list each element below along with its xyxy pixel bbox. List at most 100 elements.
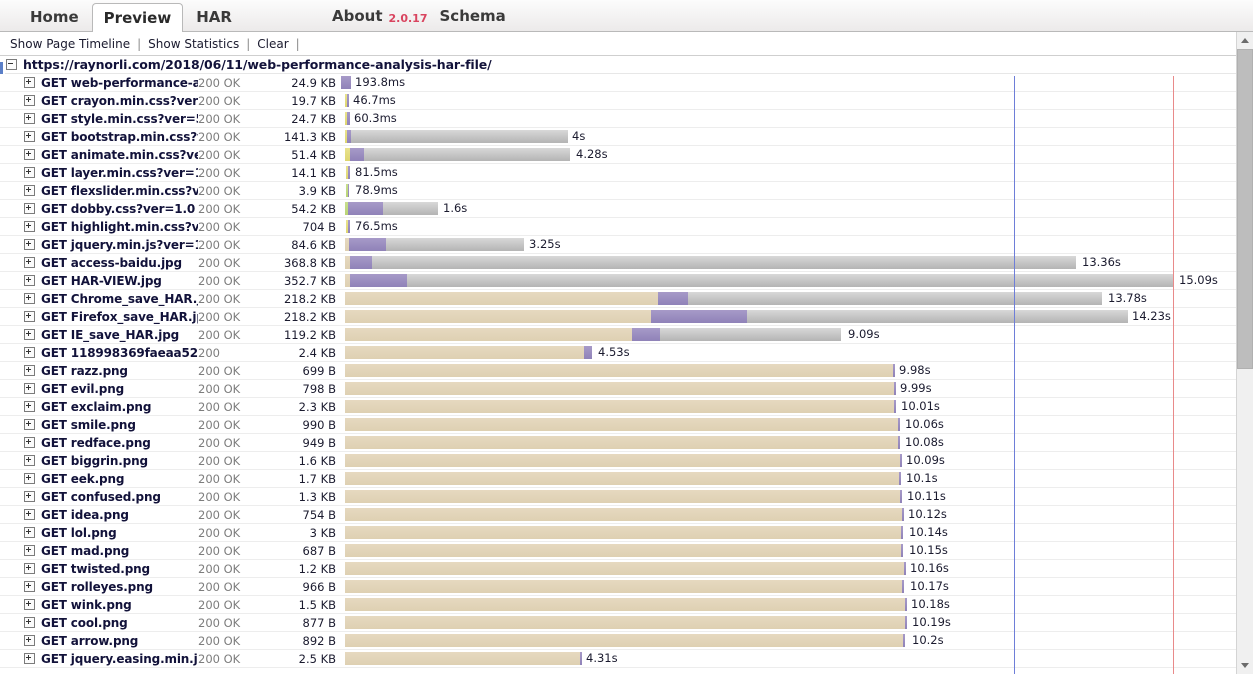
- tab-preview[interactable]: Preview: [91, 3, 184, 33]
- request-name-label: GET exclaim.png: [41, 399, 152, 414]
- expand-plus-icon[interactable]: [24, 167, 35, 178]
- clear-link[interactable]: Clear: [257, 37, 288, 51]
- expand-plus-icon[interactable]: [24, 545, 35, 556]
- table-row[interactable]: GET idea.png 200 OK 754 B 10.12s: [0, 506, 1253, 524]
- show-page-timeline-link[interactable]: Show Page Timeline: [10, 37, 130, 51]
- vertical-scrollbar[interactable]: [1236, 32, 1253, 674]
- request-status-cell: 200 OK: [198, 561, 241, 576]
- table-row[interactable]: GET rolleyes.png 200 OK 966 B 10.17s: [0, 578, 1253, 596]
- table-row[interactable]: GET animate.min.css?ver=200 OK 51.4 KB 4.2…: [0, 146, 1253, 164]
- expand-plus-icon[interactable]: [24, 473, 35, 484]
- table-row[interactable]: GET jquery.min.js?ver=1.0 200 OK 84.6 KB 3.…: [0, 236, 1253, 254]
- table-row[interactable]: GET wink.png 200 OK 1.5 KB 10.18s: [0, 596, 1253, 614]
- expand-plus-icon[interactable]: [24, 95, 35, 106]
- tab-home[interactable]: Home: [18, 2, 91, 32]
- table-row[interactable]: GET jquery.easing.min.js?v200 OK 2.5 KB 4.…: [0, 650, 1253, 668]
- request-size-cell: 19.7 KB: [291, 93, 336, 108]
- expand-plus-icon[interactable]: [24, 599, 35, 610]
- expand-plus-icon[interactable]: [24, 491, 35, 502]
- expand-plus-icon[interactable]: [24, 149, 35, 160]
- expand-plus-icon[interactable]: [24, 617, 35, 628]
- scroll-up-arrow-icon[interactable]: [1237, 32, 1253, 49]
- timing-segment-wait: [350, 273, 407, 287]
- expand-plus-icon[interactable]: [24, 275, 35, 286]
- timing-segment-receive: [372, 255, 1076, 269]
- request-name-label: GET dobby.css?ver=1.0: [41, 201, 196, 216]
- table-row[interactable]: GET cool.png 200 OK 877 B 10.19s: [0, 614, 1253, 632]
- request-name-label: GET jquery.easing.min.js?v: [41, 651, 198, 666]
- expand-plus-icon[interactable]: [24, 401, 35, 412]
- expand-plus-icon[interactable]: [24, 347, 35, 358]
- table-row[interactable]: GET evil.png 200 OK 798 B 9.99s: [0, 380, 1253, 398]
- table-row[interactable]: GET exclaim.png 200 OK 2.3 KB 10.01s: [0, 398, 1253, 416]
- request-size-cell: 54.2 KB: [291, 201, 336, 216]
- timing-segment-wait: [347, 93, 349, 107]
- expand-plus-icon[interactable]: [24, 131, 35, 142]
- expand-plus-icon[interactable]: [24, 311, 35, 322]
- table-row[interactable]: GET IE_save_HAR.jpg 200 OK 119.2 KB 9.09s: [0, 326, 1253, 344]
- table-row[interactable]: GET arrow.png 200 OK 892 B 10.2s: [0, 632, 1253, 650]
- table-row[interactable]: GET eek.png 200 OK 1.7 KB 10.1s: [0, 470, 1253, 488]
- expand-plus-icon[interactable]: [24, 293, 35, 304]
- collapse-minus-icon[interactable]: [6, 59, 17, 70]
- schema-link[interactable]: Schema: [438, 7, 510, 25]
- table-row[interactable]: GET style.min.css?ver=5.1.200 OK 24.7 KB 6…: [0, 110, 1253, 128]
- table-row[interactable]: GET confused.png 200 OK 1.3 KB 10.11s: [0, 488, 1253, 506]
- table-row[interactable]: GET 118998369faeaa52e8 200 2.4 KB 4.53s: [0, 344, 1253, 362]
- table-row[interactable]: GET web-performance-ana200 OK 24.9 KB 193.…: [0, 74, 1253, 92]
- table-row[interactable]: GET HAR-VIEW.jpg 200 OK 352.7 KB 15.09s: [0, 272, 1253, 290]
- expand-plus-icon[interactable]: [24, 365, 35, 376]
- expand-plus-icon[interactable]: [24, 257, 35, 268]
- page-url-row[interactable]: https://raynorli.com/2018/06/11/web-perf…: [0, 56, 1253, 74]
- expand-plus-icon[interactable]: [24, 581, 35, 592]
- expand-plus-icon[interactable]: [24, 509, 35, 520]
- expand-plus-icon[interactable]: [24, 653, 35, 664]
- table-row[interactable]: GET dobby.css?ver=1.0 200 OK 54.2 KB 1.6s: [0, 200, 1253, 218]
- expand-plus-icon[interactable]: [24, 437, 35, 448]
- expand-plus-icon[interactable]: [24, 113, 35, 124]
- tab-har[interactable]: HAR: [184, 2, 244, 32]
- expand-plus-icon[interactable]: [24, 329, 35, 340]
- expand-plus-icon[interactable]: [24, 527, 35, 538]
- table-row[interactable]: GET crayon.min.css?ver=_ 200 OK 19.7 KB 46.…: [0, 92, 1253, 110]
- request-duration-label: 46.7ms: [353, 92, 396, 107]
- request-name-label: GET mad.png: [41, 543, 130, 558]
- request-duration-label: 10.06s: [905, 416, 944, 431]
- timing-segment-blocked: [345, 399, 894, 413]
- table-row[interactable]: GET smile.png 200 OK 990 B 10.06s: [0, 416, 1253, 434]
- timing-segment-wait: [341, 75, 351, 89]
- expand-plus-icon[interactable]: [24, 221, 35, 232]
- show-statistics-link[interactable]: Show Statistics: [148, 37, 239, 51]
- request-name-label: GET style.min.css?ver=5.1.: [41, 111, 198, 126]
- table-row[interactable]: GET Firefox_save_HAR.jpg 200 OK 218.2 KB 14…: [0, 308, 1253, 326]
- table-row[interactable]: GET razz.png 200 OK 699 B 9.98s: [0, 362, 1253, 380]
- about-link[interactable]: About: [330, 7, 387, 25]
- request-timeline-cell: 10.12s: [342, 506, 1253, 524]
- table-row[interactable]: GET highlight.min.css?ver 200 OK 704 B 76.5…: [0, 218, 1253, 236]
- expand-plus-icon[interactable]: [24, 455, 35, 466]
- table-row[interactable]: GET biggrin.png 200 OK 1.6 KB 10.09s: [0, 452, 1253, 470]
- request-timeline-cell: 4.28s: [342, 146, 1253, 164]
- expand-plus-icon[interactable]: [24, 563, 35, 574]
- expand-plus-icon[interactable]: [24, 383, 35, 394]
- request-size-cell: 966 B: [302, 579, 337, 594]
- scrollbar-thumb[interactable]: [1237, 49, 1253, 369]
- table-row[interactable]: GET flexslider.min.css?ver 200 OK 3.9 KB 78…: [0, 182, 1253, 200]
- expand-plus-icon[interactable]: [24, 203, 35, 214]
- table-row[interactable]: GET Chrome_save_HAR.jpg200 OK 218.2 KB 13.…: [0, 290, 1253, 308]
- request-size-cell: 84.6 KB: [291, 237, 336, 252]
- timing-segment-blocked: [345, 543, 901, 557]
- expand-plus-icon[interactable]: [24, 239, 35, 250]
- scroll-down-arrow-icon[interactable]: [1237, 657, 1253, 674]
- table-row[interactable]: GET lol.png 200 OK 3 KB 10.14s: [0, 524, 1253, 542]
- table-row[interactable]: GET redface.png 200 OK 949 B 10.08s: [0, 434, 1253, 452]
- expand-plus-icon[interactable]: [24, 635, 35, 646]
- table-row[interactable]: GET access-baidu.jpg 200 OK 368.8 KB 13.36s: [0, 254, 1253, 272]
- table-row[interactable]: GET mad.png 200 OK 687 B 10.15s: [0, 542, 1253, 560]
- expand-plus-icon[interactable]: [24, 185, 35, 196]
- table-row[interactable]: GET twisted.png 200 OK 1.2 KB 10.16s: [0, 560, 1253, 578]
- expand-plus-icon[interactable]: [24, 419, 35, 430]
- table-row[interactable]: GET bootstrap.min.css?ver200 OK 141.3 KB 4…: [0, 128, 1253, 146]
- table-row[interactable]: GET layer.min.css?ver=1.0200 OK 14.1 KB 81…: [0, 164, 1253, 182]
- expand-plus-icon[interactable]: [24, 77, 35, 88]
